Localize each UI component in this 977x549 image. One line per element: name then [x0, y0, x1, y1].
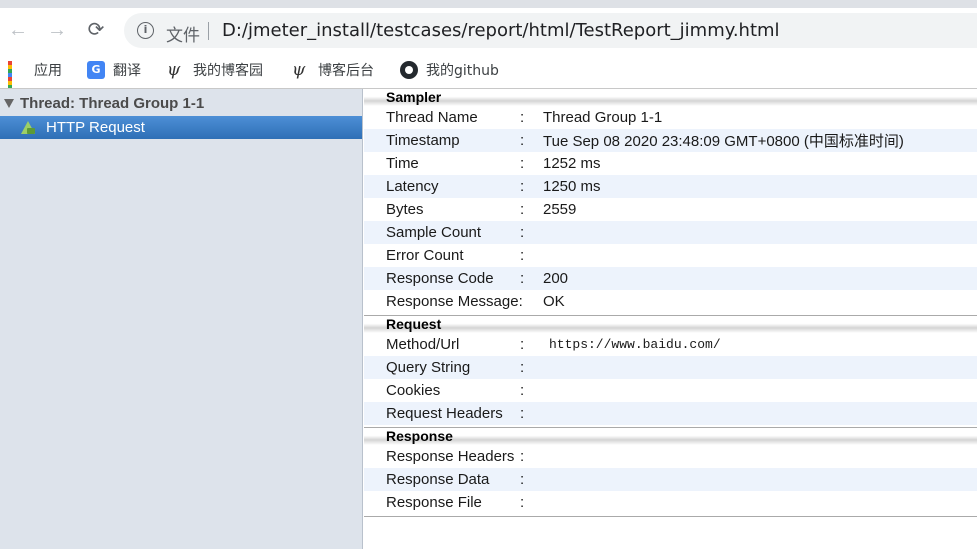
- detail-row: Request Headers:: [364, 402, 977, 425]
- field-value: Thread Group 1-1: [543, 109, 663, 126]
- detail-row: Response Data:: [364, 468, 977, 491]
- field-colon: :: [520, 132, 525, 149]
- field-colon: :: [520, 109, 525, 126]
- section-request-title: Request: [364, 316, 977, 333]
- translate-icon: G: [87, 61, 105, 79]
- tree-node-thread[interactable]: Thread: Thread Group 1-1: [4, 95, 204, 112]
- detail-row: Thread Name: Thread Group 1-1: [364, 106, 977, 129]
- tree-node-label: Thread: Thread Group 1-1: [20, 95, 205, 112]
- field-colon: :: [520, 405, 525, 422]
- sampler-success-icon: [20, 120, 38, 135]
- detail-row: Response Headers:: [364, 445, 977, 468]
- cnblogs-icon: ψ: [292, 60, 306, 80]
- field-label: Bytes: [386, 201, 424, 218]
- response-rows: Response Headers: Response Data: Response …: [364, 445, 977, 514]
- bookmark-my-cnblogs[interactable]: ψ 我的博客园: [167, 60, 263, 80]
- field-value: https://www.baidu.com/: [549, 337, 721, 352]
- field-label: Response File: [386, 494, 482, 511]
- field-colon: :: [520, 359, 525, 376]
- detail-row: Query String:: [364, 356, 977, 379]
- field-value: 2559: [543, 201, 577, 218]
- field-label: Sample Count: [386, 224, 482, 241]
- bookmark-translate[interactable]: G 翻译: [87, 60, 141, 80]
- results-tree: Thread: Thread Group 1-1 HTTP Request: [0, 89, 363, 549]
- detail-row: Cookies:: [364, 379, 977, 402]
- field-colon: :: [520, 224, 525, 241]
- info-icon[interactable]: i: [137, 22, 154, 39]
- field-label: Request Headers: [386, 405, 503, 422]
- github-icon: [400, 61, 418, 79]
- detail-row: Response File:: [364, 491, 977, 514]
- file-scheme-label: 文件: [166, 26, 200, 46]
- bookmark-label: 应用: [34, 63, 62, 79]
- tree-item-http-request[interactable]: HTTP Request: [0, 116, 362, 139]
- detail-row: Bytes: 2559: [364, 198, 977, 221]
- detail-row: Response Code: 200: [364, 267, 977, 290]
- field-value: Tue Sep 08 2020 23:48:09 GMT+0800 (中国标准时…: [543, 133, 904, 150]
- field-value: 1252 ms: [543, 155, 601, 172]
- field-colon: :: [520, 382, 525, 399]
- field-value: 200: [543, 270, 569, 287]
- field-value: 1250 ms: [543, 178, 601, 195]
- bookmarks-bar: 应用 G 翻译 ψ 我的博客园 ψ 博客后台 我的github: [0, 52, 977, 97]
- back-arrow-icon[interactable]: ←: [6, 18, 30, 42]
- field-label: Response Message:: [386, 293, 523, 310]
- field-label: Timestamp: [386, 132, 460, 149]
- sampler-rows: Thread Name: Thread Group 1-1 Timestamp: Tu…: [364, 106, 977, 313]
- field-label: Response Code: [386, 270, 494, 287]
- report-content: Thread: Thread Group 1-1 HTTP Request Sa…: [0, 88, 977, 549]
- field-label: Error Count: [386, 247, 464, 264]
- address-bar[interactable]: i 文件 D:/jmeter_install/testcases/report/…: [124, 13, 977, 48]
- field-colon: :: [520, 247, 525, 264]
- bookmark-label: 翻译: [113, 63, 141, 79]
- bookmark-github[interactable]: 我的github: [400, 60, 499, 80]
- field-label: Latency: [386, 178, 439, 195]
- apps-grid-icon: [8, 61, 26, 97]
- field-label: Cookies: [386, 382, 441, 399]
- detail-row: Latency: 1250 ms: [364, 175, 977, 198]
- field-colon: :: [520, 336, 525, 353]
- request-rows: Method/Url: https://www.baidu.com/Query S…: [364, 333, 977, 425]
- reload-icon[interactable]: ⟳: [84, 18, 108, 42]
- address-separator: [208, 22, 209, 40]
- detail-row: Time: 1252 ms: [364, 152, 977, 175]
- section-sampler-title: Sampler: [364, 89, 977, 106]
- field-colon: :: [520, 448, 525, 465]
- bookmark-label: 我的github: [426, 63, 499, 79]
- field-label: Response Data: [386, 471, 490, 488]
- tab-strip: [0, 0, 977, 8]
- forward-arrow-icon[interactable]: →: [45, 18, 69, 42]
- field-colon: :: [520, 155, 525, 172]
- field-label: Thread Name: [386, 109, 478, 126]
- field-label: Response Headers: [386, 448, 515, 465]
- section-response-title: Response: [364, 428, 977, 445]
- collapse-triangle-icon[interactable]: [4, 99, 14, 108]
- browser-toolbar: ← → ⟳ i 文件 D:/jmeter_install/testcases/r…: [0, 8, 977, 52]
- field-value: OK: [543, 293, 565, 310]
- detail-row: Timestamp: Tue Sep 08 2020 23:48:09 GMT+0…: [364, 129, 977, 152]
- field-label: Time: [386, 155, 419, 172]
- field-colon: :: [520, 178, 525, 195]
- tree-item-label: HTTP Request: [46, 119, 145, 136]
- detail-row: Sample Count:: [364, 221, 977, 244]
- cnblogs-icon: ψ: [167, 60, 181, 80]
- field-colon: :: [520, 471, 525, 488]
- bookmark-label: 我的博客园: [193, 63, 263, 79]
- url-text[interactable]: D:/jmeter_install/testcases/report/html/…: [222, 20, 780, 41]
- detail-row: Method/Url: https://www.baidu.com/: [364, 333, 977, 356]
- detail-row: Error Count:: [364, 244, 977, 267]
- field-colon: :: [520, 201, 525, 218]
- field-label: Method/Url: [386, 336, 460, 353]
- detail-row: Response Message: OK: [364, 290, 977, 313]
- bookmark-blog-admin[interactable]: ψ 博客后台: [292, 60, 374, 80]
- bookmark-apps[interactable]: 应用: [8, 60, 62, 97]
- divider: [364, 514, 977, 517]
- field-colon: :: [520, 270, 525, 287]
- field-label: Query String: [386, 359, 471, 376]
- field-colon: :: [520, 494, 525, 511]
- bookmark-label: 博客后台: [318, 63, 374, 79]
- details-panel: Sampler Thread Name: Thread Group 1-1 Time…: [364, 89, 977, 549]
